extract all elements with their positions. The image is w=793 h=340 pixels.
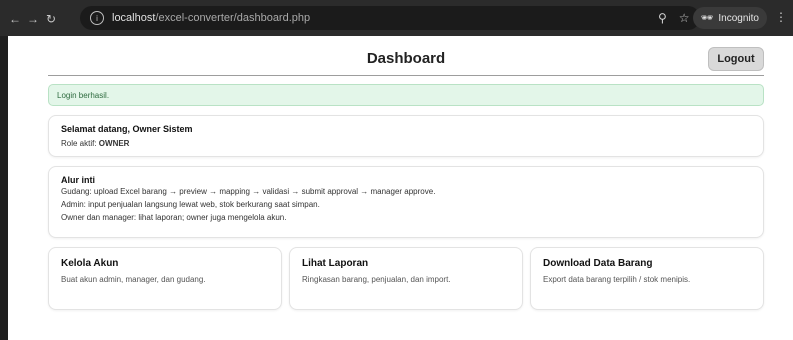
feature-title: Download Data Barang xyxy=(543,258,653,269)
main-container: Dashboard Logout Login berhasil. Selamat… xyxy=(48,36,764,310)
welcome-heading: Selamat datang, Owner Sistem xyxy=(61,124,193,134)
feature-card-kelola-akun[interactable]: Kelola Akun Buat akun admin, manager, da… xyxy=(48,247,282,310)
reload-icon[interactable]: ↻ xyxy=(42,12,60,26)
feature-title: Kelola Akun xyxy=(61,258,119,269)
url-path: /excel-converter/dashboard.php xyxy=(155,12,311,24)
incognito-icon: 🕶 xyxy=(700,12,714,24)
site-info-icon[interactable]: i xyxy=(90,11,104,25)
flow-line: Admin: input penjualan langsung lewat we… xyxy=(61,200,320,209)
zoom-icon[interactable]: ⚲ xyxy=(658,11,667,25)
bookmark-star-icon[interactable]: ☆ xyxy=(679,11,690,25)
logout-button[interactable]: Logout xyxy=(708,47,764,71)
browser-nav: ← → ↻ xyxy=(6,10,60,28)
role-value: OWNER xyxy=(98,139,130,148)
url-text[interactable]: localhost/excel-converter/dashboard.php xyxy=(112,12,310,24)
back-icon[interactable]: ← xyxy=(6,12,24,26)
feature-card-lihat-laporan[interactable]: Lihat Laporan Ringkasan barang, penjuala… xyxy=(289,247,523,310)
address-bar[interactable]: i localhost/excel-converter/dashboard.ph… xyxy=(80,6,700,30)
page: Dashboard Logout Login berhasil. Selamat… xyxy=(8,36,793,340)
feature-card-download-data-barang[interactable]: Download Data Barang Export data barang … xyxy=(530,247,764,310)
welcome-card: Selamat datang, Owner Sistem Role aktif:… xyxy=(48,115,764,157)
role-prefix: Role aktif: xyxy=(61,139,99,148)
incognito-badge[interactable]: 🕶 Incognito xyxy=(692,7,767,29)
feature-title: Lihat Laporan xyxy=(302,258,369,269)
browser-chrome: ← → ↻ i localhost/excel-converter/dashbo… xyxy=(0,0,793,36)
forward-icon[interactable]: → xyxy=(24,12,42,26)
success-alert: Login berhasil. xyxy=(48,84,764,106)
role-line: Role aktif: OWNER xyxy=(61,137,751,150)
feature-desc: Buat akun admin, manager, dan gudang. xyxy=(61,275,206,284)
browser-menu-icon[interactable]: ⋮ xyxy=(775,10,787,24)
page-title: Dashboard xyxy=(366,50,446,67)
flow-line: Gudang: upload Excel barang → preview → … xyxy=(61,187,436,196)
flow-line: Owner dan manager: lihat laporan; owner … xyxy=(61,213,287,222)
feature-desc: Export data barang terpilih / stok menip… xyxy=(543,275,691,284)
feature-desc: Ringkasan barang, penjualan, dan import. xyxy=(302,275,451,284)
incognito-label: Incognito xyxy=(718,12,759,24)
flow-heading: Alur inti xyxy=(61,175,95,185)
url-host: localhost xyxy=(112,12,156,24)
flow-card: Alur inti Gudang: upload Excel barang → … xyxy=(48,166,764,238)
top-bar: Dashboard Logout xyxy=(48,36,764,76)
